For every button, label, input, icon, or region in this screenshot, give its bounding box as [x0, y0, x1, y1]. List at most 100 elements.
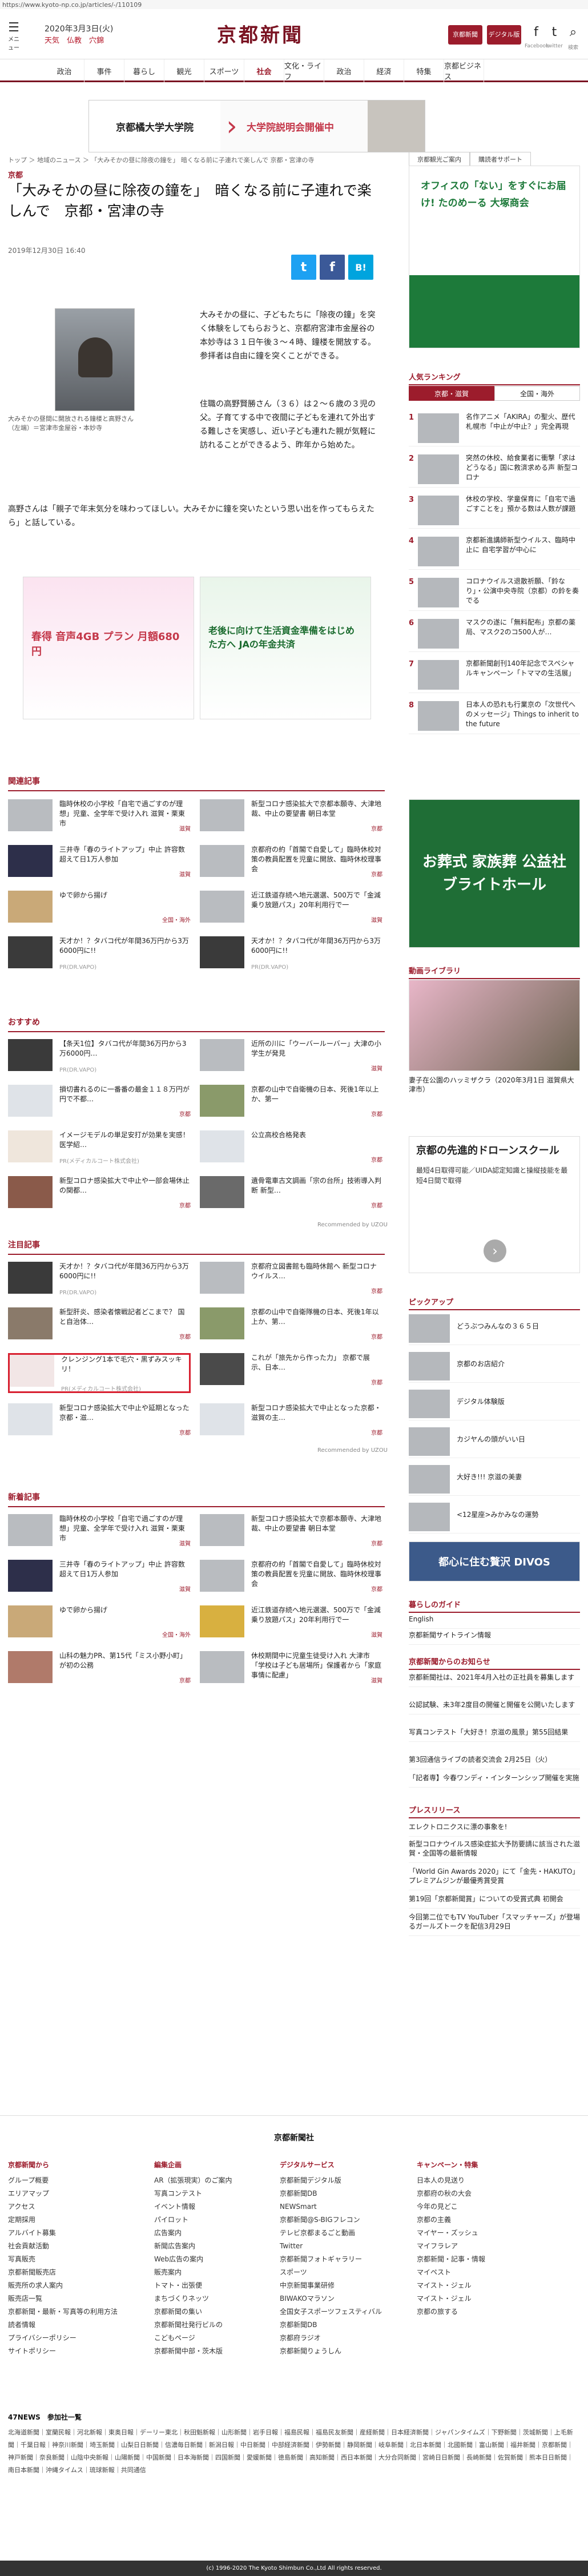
pickup-ad[interactable]: 都心に住む贅沢 DIVOS: [409, 1541, 580, 1581]
list-item[interactable]: 天才か！？タバコ代が年間36万円から3万6000円に!! PR(DR.VAPO): [8, 936, 191, 971]
side-tab[interactable]: 購読者サポート: [470, 152, 531, 167]
nav-item[interactable]: 観光: [164, 59, 204, 82]
top-banner-ad[interactable]: 京都橘大学大学院 › 大学院説明会開催中: [88, 100, 425, 152]
list-item[interactable]: ゆで卵から揚げ 全国・海外: [8, 1605, 191, 1639]
list-item[interactable]: 三井寺「春のライトアップ」中止 許容数超えて日1万人参加 滋賀: [8, 845, 191, 878]
ranking-item[interactable]: 7 京都新聞創刊140年記念でスペシャルキャンペーン「トママの生活展」: [409, 657, 580, 693]
list-item[interactable]: 新型コロナ感染拡大で京都本願寺、大津地裁、中止の要望書 朝日本堂 京都: [200, 799, 382, 832]
member-button[interactable]: 京都新聞: [448, 25, 482, 45]
list-item[interactable]: 天才か！？タバコ代が年間36万円から3万6000円に!! PR(DR.VAPO): [8, 1262, 191, 1296]
list-item[interactable]: 新型コロナ感染拡大で中止や一部会場休止の関都… 京都: [8, 1176, 191, 1209]
list-item[interactable]: 近所の川に「ウーバールーバー」大津の小学生が発見 滋賀: [200, 1039, 382, 1072]
ranking-tab[interactable]: 京都・滋賀: [409, 386, 494, 401]
search-icon[interactable]: ⌕: [565, 25, 581, 41]
ranking-item[interactable]: 8 日本人の恐れも行業京の「次世代へのメッセージ」Things to inheri…: [409, 698, 580, 734]
list-item[interactable]: 京都の山中で自衛隊機の日本、死後1年以上か、第… 京都: [200, 1307, 382, 1341]
ranking-tab[interactable]: 全国・海外: [494, 386, 580, 401]
press-item[interactable]: エレクトロニクスに漂の事象を!: [409, 1822, 580, 1837]
list-item[interactable]: これが「旅先から作った力」 京都で展示、日本… 京都: [200, 1353, 382, 1386]
list-item[interactable]: 【条天1位】タバコ代が年間36万円から3万6000円… PR(DR.VAPO): [8, 1039, 191, 1073]
list-item[interactable]: 京都府の約「首閣で自愛して」臨時休校対策の教員配置を児童に開放、臨時休校理事会京…: [200, 845, 382, 878]
article-ad-right[interactable]: 老後に向けて生活資金準備をはじめた方へ JAの年金共済: [200, 577, 371, 719]
list-item[interactable]: 新型肝炎、感染者懐戦記者どこまで？ 国と自治体… 京都: [8, 1307, 191, 1341]
list-item[interactable]: 新型コロナ感染拡大で中止となった京都・滋賀の主… 京都: [200, 1403, 382, 1436]
nav-item[interactable]: 政治: [45, 59, 84, 82]
pickup-item[interactable]: <12星座>みかみなの運勢: [409, 1499, 580, 1533]
side-tab[interactable]: 京都観光ご案内: [409, 152, 470, 167]
nav-item[interactable]: 京都ビジネス: [444, 59, 484, 82]
list-item[interactable]: 近江鉄道存続へ地元選選、500万で「金減乗り放題パス」20年利用行で一 滋賀: [200, 891, 382, 924]
list-item[interactable]: 天才か！？タバコ代が年間36万円から3万6000円に!! PR(DR.VAPO): [200, 936, 382, 971]
nav-item[interactable]: 経済: [364, 59, 404, 82]
recommended-by[interactable]: Recommended by UZOU: [317, 1447, 388, 1454]
list-item[interactable]: 損切書れるのに一番番の最金１１８万円が円で不都… 京都: [8, 1085, 191, 1118]
nav-item[interactable]: 暮らし: [124, 59, 164, 82]
pickup-item[interactable]: 大好き!!! 京滋の美妻: [409, 1462, 580, 1496]
twitter-icon[interactable]: t: [546, 25, 562, 41]
sidebar-ad-mid[interactable]: お葬式 家族葬 公益社 ブライトホール: [409, 799, 580, 948]
notice-item[interactable]: 「記者専】今春ワンディ・インターンシップ開催を実施: [409, 1773, 580, 1788]
nav-item-active[interactable]: 社会: [244, 59, 284, 82]
hatena-share-icon[interactable]: B!: [348, 255, 373, 280]
url-bar[interactable]: https://www.kyoto-np.co.jp/articles/-/11…: [0, 0, 588, 9]
recommended-by[interactable]: Recommended by UZOU: [317, 1222, 388, 1228]
guide-link[interactable]: 京都新聞サイトライン情報: [409, 1631, 580, 1645]
list-item[interactable]: 公立高校合格発表 京都: [200, 1130, 382, 1164]
nav-item[interactable]: 政治: [324, 59, 364, 82]
list-item[interactable]: 京都府の約「首閣で自愛して」臨時休校対策の教員配置を児童に開放、臨時休校理事会京…: [200, 1560, 382, 1593]
list-item-highlighted[interactable]: クレンジング1本で毛穴・黒ずみスッキリ！ PR(メディカルコート株式会社): [8, 1353, 191, 1393]
article-ad-left[interactable]: 春得 音声4GB プラン 月額680円: [23, 577, 194, 719]
press-item[interactable]: 「World Gin Awards 2020」にて「金先・HAKUTO」プレミア…: [409, 1867, 580, 1890]
notice-item[interactable]: 京都新聞社は、2021年4月入社の正社員を募集します: [409, 1673, 580, 1687]
chevron-right-icon[interactable]: ›: [484, 1239, 506, 1262]
news-network-list[interactable]: 北海道新聞｜室蘭民報｜河北新報｜東奥日報｜デーリー東北｜秋田魁新報｜山形新聞｜岩…: [8, 2426, 579, 2477]
list-item[interactable]: 新型コロナ感染拡大で中止や延期となった京都・滋… 京都: [8, 1403, 191, 1436]
notice-item[interactable]: 公認試験、未3年2度目の開催と開催を公開いたします: [409, 1700, 580, 1714]
pickup-item[interactable]: どうぶつみんなの３６５日: [409, 1311, 580, 1345]
list-item[interactable]: 休校期間中に児童生徒受け入れ 大津市「学校は子ども居場所」保護者から「家庭事情に…: [200, 1651, 382, 1684]
pickup-item[interactable]: 京都のお店紹介: [409, 1349, 580, 1383]
video-thumbnail[interactable]: [409, 980, 580, 1071]
section-label[interactable]: 京都: [8, 169, 23, 180]
weather-links[interactable]: 天気 仏教 穴錦: [45, 34, 104, 45]
list-item[interactable]: 三井寺「春のライトアップ」中止 許容数超えて日1万人参加 滋賀: [8, 1560, 191, 1593]
facebook-share-icon[interactable]: f: [320, 255, 345, 280]
press-item[interactable]: 新型コロナウイルス感染症拡大予防要請に該当された滋賀・全国等の最新情報: [409, 1840, 580, 1863]
ranking-item[interactable]: 2 突然の休校、給食業者に衝撃「求はどうなる」国に救済求める声 新型コロナ: [409, 451, 580, 488]
digital-button[interactable]: デジタル版: [487, 25, 521, 45]
notice-item[interactable]: 第3回通信ライブの読者交流会 2月25日（火）: [409, 1755, 580, 1769]
list-item[interactable]: 山科の魅力PR、第15代「ミス小野小町」が初の公務 京都: [8, 1651, 191, 1684]
list-item[interactable]: 遺骨電車古文調画「宗の台所」技術導入判断 新型… 京都: [200, 1176, 382, 1209]
footer-logo[interactable]: 京都新聞社: [0, 2132, 588, 2143]
article-photo[interactable]: [55, 308, 135, 411]
press-item[interactable]: 第19回「京都新聞賞」についての受賞式典 初開会: [409, 1894, 580, 1909]
list-item[interactable]: ゆで卵から揚げ 全国・海外: [8, 891, 191, 924]
ranking-item[interactable]: 6 マスクの遂に「無料配布」京都の薬局、マスク2のコ500人が…: [409, 615, 580, 652]
list-item[interactable]: 臨時休校の小学校「自宅で過ごすのが理想」児童、全学年で受け入れ 滋賀・栗東市 滋賀: [8, 799, 191, 832]
pickup-item[interactable]: デジタル体験版: [409, 1386, 580, 1420]
nav-item[interactable]: 特集: [404, 59, 444, 82]
menu-button[interactable]: ☰ メニュー: [6, 22, 22, 52]
press-item[interactable]: 今回第二位でもTV YouTuber「スマッチャーズ」が登場るガールズトークを配…: [409, 1913, 580, 1936]
ranking-item[interactable]: 4 京都新進講師新型ウイルス、臨時中止に 自宅学習が中心に: [409, 533, 580, 570]
drone-ad[interactable]: 京都の先進的ドローンスクール 最短4日取得可能／UIDA認定知識と操縦技能を最短…: [409, 1136, 580, 1273]
guide-link[interactable]: English: [409, 1615, 580, 1629]
list-item[interactable]: 近江鉄道存続へ地元選選、500万で「金減乗り放題パス」20年利用行で一 滋賀: [200, 1605, 382, 1639]
list-item[interactable]: 新型コロナ感染拡大で京都本願寺、大津地裁、中止の要望書 朝日本堂 京都: [200, 1514, 382, 1547]
facebook-icon[interactable]: f: [528, 25, 544, 41]
ranking-item[interactable]: 5 コロナウイルス退散祈願、「鈴なり」・公演中央寺院（京都）の鈴を奏でる: [409, 574, 580, 611]
pickup-item[interactable]: カジヤんの頭がいい日: [409, 1424, 580, 1458]
ranking-item[interactable]: 1 名作アニメ「AKIRA」の聖火、歴代札幌市「中止が中止？」完全再現: [409, 410, 580, 446]
nav-item[interactable]: 文化・ライフ: [284, 59, 324, 82]
breadcrumb[interactable]: トップ ＞ 地域のニュース ＞ 「大みそかの昼に除夜の鐘を」 暗くなる前に子連れ…: [8, 155, 315, 164]
site-logo[interactable]: 京都新聞: [217, 19, 304, 47]
sidebar-ad-top[interactable]: オフィスの「ない」をすぐにお届け! たのめーる 大塚商会: [409, 166, 580, 348]
ranking-item[interactable]: 3 休校の学校、学童保育に「自宅で過ごすことを」預かる数は人数が課題: [409, 492, 580, 529]
list-item[interactable]: イメージモデルの単足安打が効果を実感！医学紹… PR(メディカルコート株式会社): [8, 1130, 191, 1165]
nav-item[interactable]: スポーツ: [204, 59, 244, 82]
list-item[interactable]: 京都の山中で自衛機の日本、死後1年以上か、第一 京都: [200, 1085, 382, 1118]
notice-item[interactable]: 写真コンテスト「大好き！京滋の風景」第55回結果: [409, 1728, 580, 1742]
list-item[interactable]: 京都府立図書館も臨時休館へ 新型コロナウイルス… 京都: [200, 1262, 382, 1295]
list-item[interactable]: 臨時休校の小学校「自宅で過ごすのが理想」児童、全学年で受け入れ 滋賀・栗東市 滋賀: [8, 1514, 191, 1547]
twitter-share-icon[interactable]: t: [291, 255, 316, 280]
